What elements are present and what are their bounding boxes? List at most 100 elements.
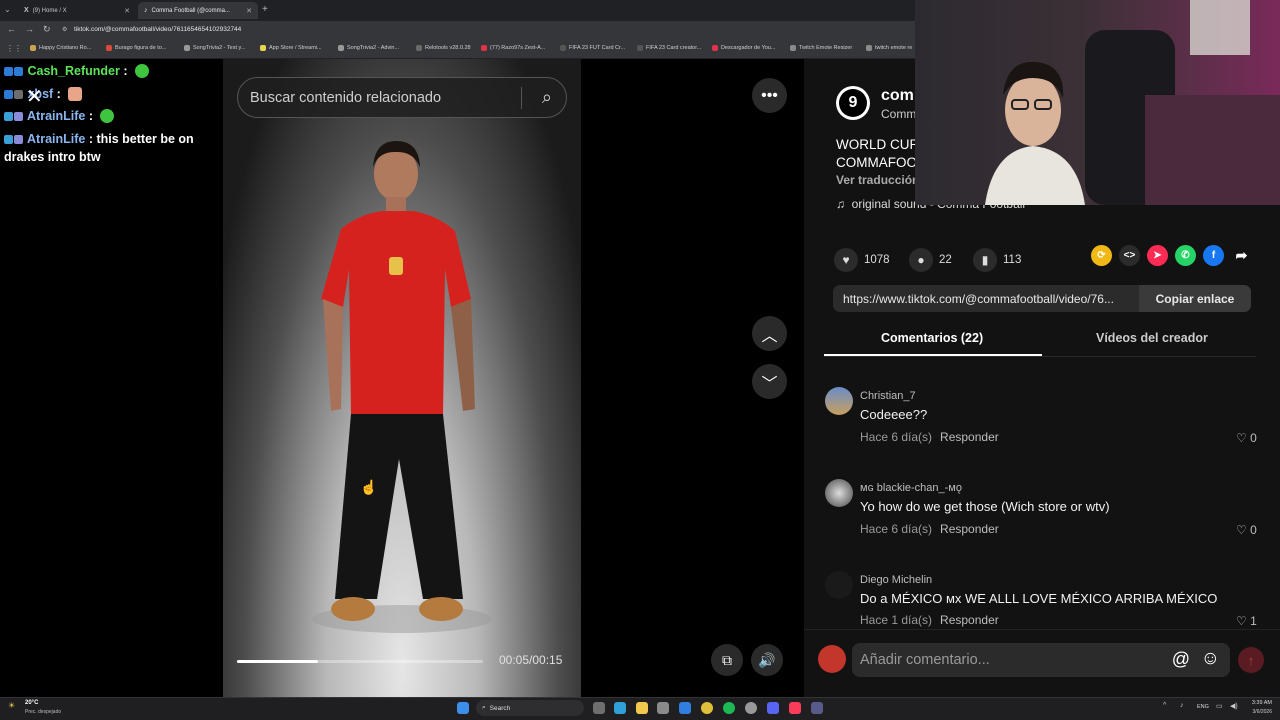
bookmark[interactable]: Twitch Emote Resizer — [790, 45, 852, 51]
site-info-icon[interactable]: ⚙ — [62, 26, 67, 33]
comment-icon: ● — [909, 248, 933, 272]
comment-author[interactable]: ᴍɢ blackie-chan_-ᴍǫ — [860, 482, 962, 494]
volume-button[interactable]: 🔊 — [751, 644, 783, 676]
search-placeholder: Buscar contenido relacionado — [250, 89, 442, 106]
bookmark[interactable]: Happy Cristiano Ro... — [30, 45, 91, 51]
new-tab-button[interactable]: + — [262, 4, 268, 15]
file-explorer-icon[interactable] — [636, 702, 648, 714]
user-avatar[interactable] — [818, 645, 846, 673]
previous-video-button[interactable]: ︿ — [752, 316, 787, 351]
url-text[interactable]: tiktok.com/@commafootball/video/76116546… — [74, 26, 241, 33]
heart-outline-icon: ♡ — [1236, 523, 1247, 537]
microphone-icon[interactable]: ♪ — [1180, 702, 1184, 709]
mail-icon[interactable] — [679, 702, 691, 714]
comment-time: Hace 1 día(s) — [860, 613, 933, 627]
bookmark[interactable]: FIFA 23 Card creator... — [637, 45, 701, 51]
badge-icon — [14, 135, 23, 144]
more-options-button[interactable]: ••• — [752, 78, 787, 113]
bookmark[interactable]: FIFA 23 FUT Card Cr... — [560, 45, 625, 51]
volume-icon: 🔊 — [758, 651, 776, 668]
bookmark[interactable]: (77) Razo97s Zest-A... — [481, 45, 545, 51]
mention-icon[interactable]: @ — [1172, 649, 1190, 670]
task-view-icon[interactable] — [593, 702, 605, 714]
related-search-input[interactable]: Buscar contenido relacionado ⌕ — [237, 77, 567, 118]
author-avatar[interactable]: 9 — [836, 86, 870, 120]
chrome-icon[interactable] — [701, 702, 713, 714]
store-icon[interactable] — [657, 702, 669, 714]
share-arrow-icon[interactable]: ➦ — [1231, 245, 1252, 266]
music-app-icon[interactable] — [789, 702, 801, 714]
pip-button[interactable]: ⧉ — [711, 644, 743, 676]
description-line: COMMAFOO — [836, 155, 917, 170]
taskbar-search[interactable]: ⌕ Search — [476, 700, 584, 716]
reload-icon[interactable]: ↻ — [43, 24, 51, 35]
whatsapp-icon[interactable]: ✆ — [1175, 245, 1196, 266]
avatar[interactable] — [825, 479, 853, 507]
comment-like[interactable]: ♡ 0 — [1236, 431, 1257, 445]
comment-like[interactable]: ♡ 0 — [1236, 523, 1257, 537]
comment-meta: Hace 6 día(s) Responder — [860, 430, 999, 444]
post-comment-button[interactable]: ↑ — [1238, 647, 1264, 673]
windows-start-icon[interactable] — [457, 702, 469, 714]
bookmark[interactable]: App Store / Streami... — [260, 45, 322, 51]
weather-temp[interactable]: 20°C — [25, 700, 38, 706]
video-player[interactable] — [223, 59, 581, 697]
emote-icon — [100, 109, 115, 123]
bookmark[interactable]: Descargador de You... — [712, 45, 775, 51]
clock-time[interactable]: 3:39 AM — [1244, 700, 1272, 706]
forward-icon[interactable]: → — [25, 24, 34, 34]
bookmark[interactable]: Relotools v28.0.28 — [416, 45, 471, 51]
send-icon[interactable]: ➤ — [1147, 245, 1168, 266]
spotify-icon[interactable] — [723, 702, 735, 714]
tab-x-home[interactable]: X (9) Home / X ✕ — [18, 2, 136, 19]
reply-button[interactable]: Responder — [940, 430, 999, 444]
tray-chevron-icon[interactable]: ^ — [1163, 702, 1166, 709]
facebook-icon[interactable]: f — [1203, 245, 1224, 266]
comment-author[interactable]: Diego Michelin — [860, 574, 932, 586]
back-icon[interactable]: ← — [7, 24, 16, 34]
volume-icon[interactable]: ◀) — [1230, 702, 1238, 710]
chat-message: Cash_Refunder : — [4, 62, 219, 80]
clock-date[interactable]: 3/6/2026 — [1244, 709, 1272, 715]
edge-icon[interactable] — [614, 702, 626, 714]
avatar[interactable] — [825, 571, 853, 599]
repost-icon[interactable]: ⟳ — [1091, 245, 1112, 266]
search-icon[interactable]: ⌕ — [542, 87, 552, 108]
network-icon[interactable]: ▭ — [1216, 702, 1223, 710]
tab-creator-videos[interactable]: Vídeos del creador — [1096, 331, 1208, 345]
reply-button[interactable]: Responder — [940, 522, 999, 536]
close-icon[interactable]: ✕ — [246, 7, 252, 15]
save-stat[interactable]: ▮ 113 — [973, 248, 1021, 272]
video-link[interactable]: https://www.tiktok.com/@commafootball/vi… — [843, 292, 1114, 306]
discord-icon[interactable] — [767, 702, 779, 714]
see-translation-link[interactable]: Ver traducción — [836, 173, 919, 187]
close-icon[interactable]: ✕ — [26, 84, 43, 109]
language-indicator[interactable]: ENG — [1197, 704, 1209, 710]
app-icon[interactable] — [811, 702, 823, 714]
comment-author[interactable]: Christian_7 — [860, 390, 916, 402]
like-stat[interactable]: ♥ 1078 — [834, 248, 890, 272]
reply-button[interactable]: Responder — [940, 613, 999, 627]
close-icon[interactable]: ✕ — [124, 7, 130, 15]
comment-time: Hace 6 día(s) — [860, 522, 933, 536]
bookmark[interactable]: twitch emote re — [866, 45, 912, 51]
obs-icon[interactable] — [745, 702, 757, 714]
copy-link-button[interactable]: Copiar enlace — [1139, 285, 1251, 312]
tab-menu-icon[interactable]: ⌄ — [4, 5, 11, 14]
bookmark[interactable]: SongTrivia2 - Test y... — [184, 45, 245, 51]
bookmark[interactable]: SongTrivia2 - Advin... — [338, 45, 399, 51]
tab-tiktok[interactable]: ♪ Comma Football (@comma... ✕ — [138, 2, 258, 19]
comment-stat[interactable]: ● 22 — [909, 248, 952, 272]
avatar[interactable] — [825, 387, 853, 415]
bookmark[interactable]: Burago figura de to... — [106, 45, 166, 51]
comment-input[interactable]: Añadir comentario... @ ☺ — [852, 643, 1230, 677]
embed-icon[interactable]: <> — [1119, 245, 1140, 266]
comment-like[interactable]: ♡ 1 — [1236, 614, 1257, 628]
apps-grid-icon[interactable]: ⋮⋮ — [6, 44, 22, 53]
save-count: 113 — [1003, 254, 1022, 266]
next-video-button[interactable]: ﹀ — [752, 364, 787, 399]
tab-comments[interactable]: Comentarios (22) — [881, 331, 983, 345]
emoji-icon[interactable]: ☺ — [1201, 648, 1220, 670]
progress-fill — [237, 660, 319, 663]
logo-glyph: 9 — [839, 89, 867, 117]
